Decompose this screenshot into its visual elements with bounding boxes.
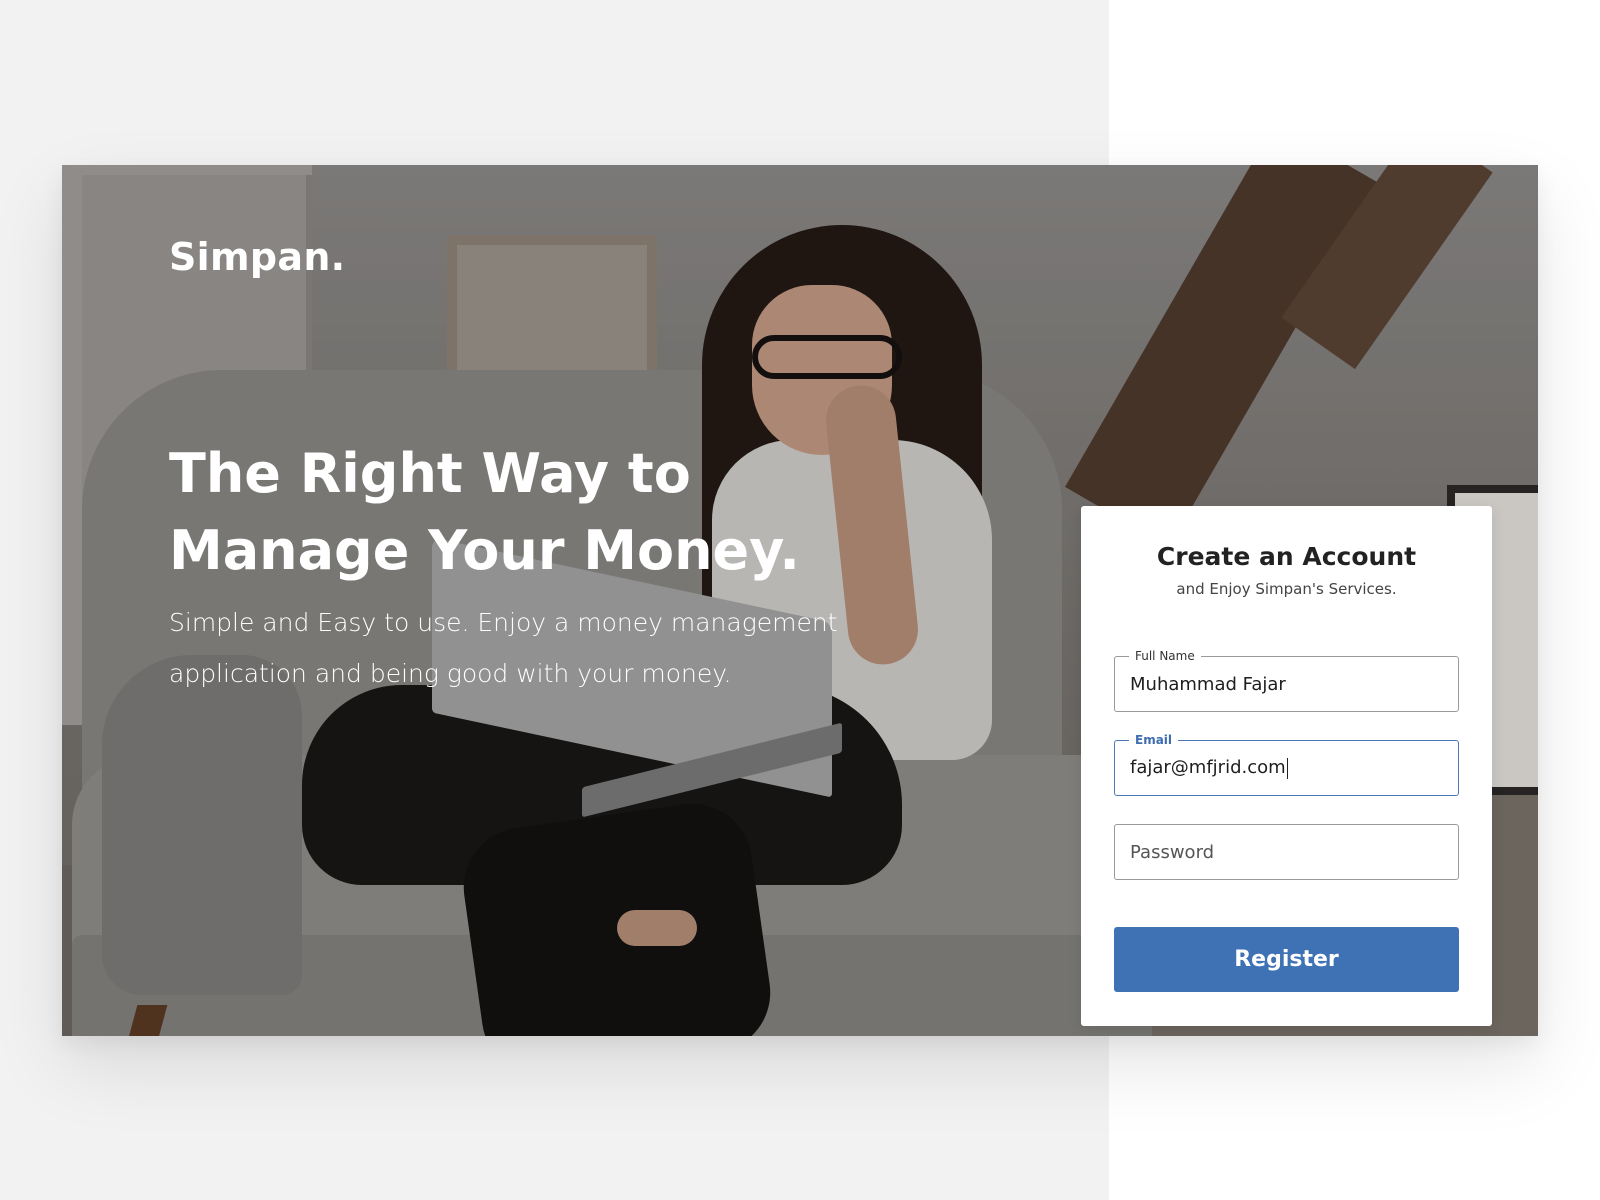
register-card: Create an Account and Enjoy Simpan's Ser…: [1081, 506, 1492, 1026]
brand-logo[interactable]: Simpan.: [169, 235, 345, 279]
hero-headline: The Right Way to Manage Your Money.: [169, 442, 800, 582]
hero-subline: Simple and Easy to use. Enjoy a money ma…: [169, 608, 838, 688]
password-input[interactable]: [1130, 825, 1440, 879]
full-name-input[interactable]: [1130, 657, 1440, 711]
password-field[interactable]: [1114, 824, 1459, 880]
email-value: fajar@mfjrid.com: [1130, 757, 1286, 778]
hero-section: Simpan. The Right Way to Manage Your Mon…: [62, 165, 1538, 1036]
register-title: Create an Account: [1156, 542, 1417, 571]
email-input[interactable]: fajar@mfjrid.com: [1130, 757, 1289, 779]
email-label: Email: [1129, 732, 1179, 748]
full-name-field[interactable]: Full Name: [1114, 648, 1459, 712]
register-button[interactable]: Register: [1114, 927, 1459, 992]
text-caret: [1286, 757, 1289, 779]
register-subtitle: and Enjoy Simpan's Services.: [1176, 580, 1397, 598]
email-field[interactable]: Email fajar@mfjrid.com: [1114, 732, 1459, 796]
